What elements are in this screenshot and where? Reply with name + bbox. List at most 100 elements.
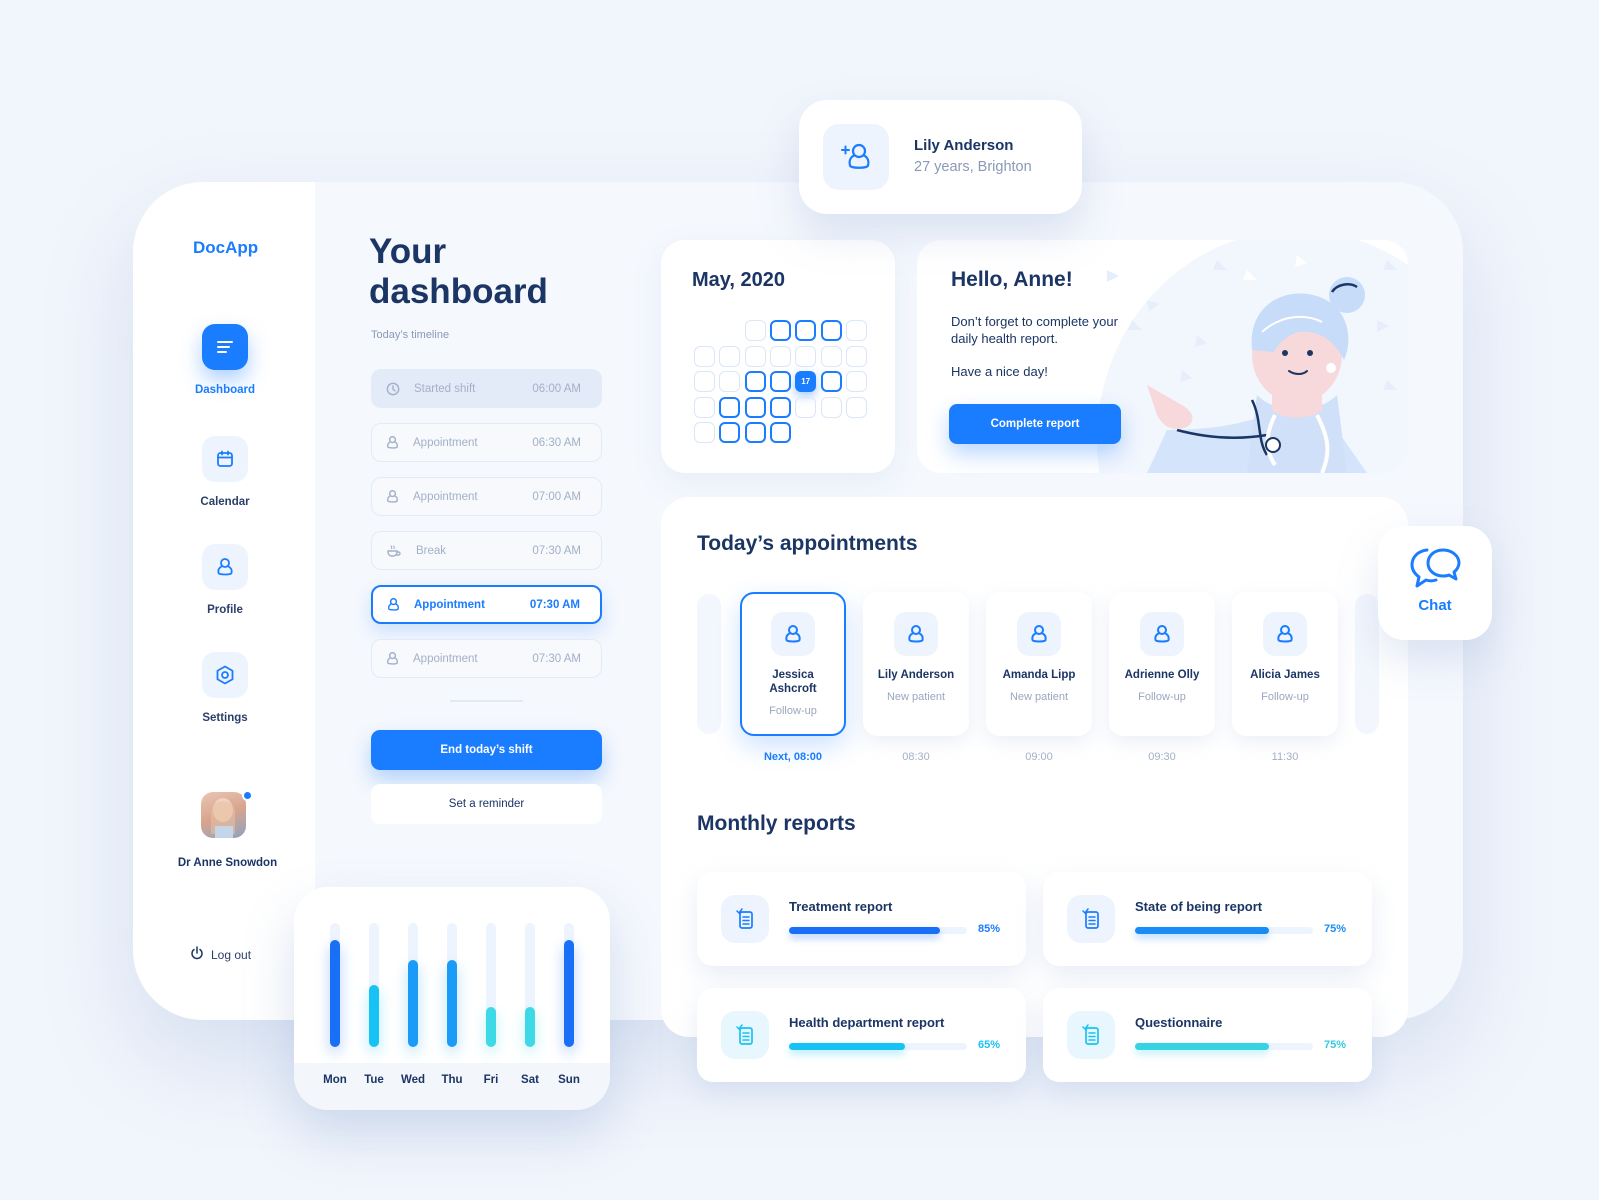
calendar-day[interactable] — [769, 320, 791, 341]
logout-button[interactable]: Log out — [190, 946, 251, 963]
calendar-day[interactable] — [719, 396, 741, 418]
avatar[interactable] — [201, 792, 246, 838]
divider — [450, 700, 523, 702]
sidebar-item-calendar[interactable]: Calendar — [170, 436, 280, 508]
sidebar-item-settings[interactable]: Settings — [170, 652, 280, 724]
timeline-item-time: 06:00 AM — [532, 382, 581, 395]
report-percent: 75% — [1324, 1039, 1347, 1051]
complete-report-button[interactable]: Complete report — [949, 404, 1121, 444]
calendar-day-today[interactable]: 17 — [795, 371, 817, 393]
calendar-day[interactable] — [744, 345, 766, 367]
user-icon — [387, 597, 400, 612]
x-tick-label: Mon — [323, 1074, 347, 1086]
calendar-day[interactable] — [769, 371, 791, 393]
report-card[interactable]: Questionnaire 75% — [1043, 988, 1372, 1082]
report-card[interactable]: Health department report 65% — [697, 988, 1026, 1082]
patient-name: Lily Anderson — [914, 137, 1014, 154]
calendar-day[interactable] — [795, 320, 817, 341]
calendar-title: May, 2020 — [692, 269, 786, 291]
calendar-day[interactable] — [845, 320, 867, 341]
bar-fri[interactable] — [486, 1007, 496, 1047]
calendar-day[interactable] — [769, 345, 791, 367]
appointment-card[interactable]: Lily Anderson New patient — [863, 592, 969, 736]
calendar-day[interactable] — [769, 396, 791, 418]
calendar-day[interactable] — [845, 396, 867, 418]
timeline-label: Today’s timeline — [371, 329, 450, 341]
appointment-type: New patient — [1009, 691, 1069, 703]
appointment-card[interactable]: Jessica Ashcroft Follow-up — [740, 592, 846, 736]
bar-tue[interactable] — [369, 985, 379, 1047]
calendar-day[interactable] — [719, 345, 741, 367]
calendar-day[interactable] — [820, 320, 842, 341]
calendar-day[interactable] — [694, 396, 715, 418]
calendar-day[interactable] — [820, 371, 842, 393]
calendar-day[interactable] — [694, 422, 715, 444]
calendar-day[interactable] — [694, 345, 715, 367]
settings-hexagon-icon — [202, 652, 248, 698]
calendar-day[interactable] — [820, 396, 842, 418]
user-icon — [771, 612, 815, 656]
timeline-item[interactable]: Break 07:30 AM — [371, 531, 602, 570]
timeline-item[interactable]: Appointment 07:30 AM — [371, 585, 602, 624]
appointment-type: Follow-up — [1138, 691, 1186, 703]
timeline-item-label: Appointment — [414, 598, 485, 611]
set-reminder-button[interactable]: Set a reminder — [371, 784, 602, 824]
appointment-card[interactable]: Amanda Lipp New patient — [986, 592, 1092, 736]
chat-bubbles-icon — [1378, 546, 1492, 595]
sidebar-item-dashboard[interactable]: Dashboard — [170, 324, 280, 396]
appointment-time: Next, 08:00 — [763, 751, 823, 763]
timeline-item[interactable]: Started shift 06:00 AM — [371, 369, 602, 408]
calendar-day[interactable] — [744, 320, 766, 341]
timeline-item[interactable]: Appointment 06:30 AM — [371, 423, 602, 462]
calendar-day[interactable] — [845, 371, 867, 393]
calendar-day[interactable] — [769, 422, 791, 444]
appointment-card[interactable]: Alicia James Follow-up — [1232, 592, 1338, 736]
user-name: Dr Anne Snowdon — [177, 857, 278, 869]
appointment-patient-name: Alicia James — [1250, 669, 1320, 681]
app-logo: DocApp — [193, 238, 259, 257]
calendar-day[interactable] — [795, 345, 817, 367]
checklist-icon — [721, 895, 769, 943]
calendar-day[interactable] — [795, 396, 817, 418]
bar-mon[interactable] — [330, 940, 340, 1047]
online-status-indicator — [242, 790, 253, 801]
calendar-day[interactable] — [820, 345, 842, 367]
report-title: Treatment report — [789, 899, 893, 914]
greeting-title: Hello, Anne! — [951, 268, 1073, 291]
calendar-day[interactable] — [694, 371, 715, 393]
bar-thu[interactable] — [447, 960, 457, 1047]
end-shift-button[interactable]: End today’s shift — [371, 730, 602, 770]
sidebar-item-profile[interactable]: Profile — [170, 544, 280, 616]
timeline-item[interactable]: Appointment 07:00 AM — [371, 477, 602, 516]
logout-label: Log out — [211, 947, 252, 962]
calendar-day[interactable] — [719, 422, 741, 444]
calendar-day[interactable] — [744, 422, 766, 444]
bar-sun[interactable] — [564, 940, 574, 1047]
timeline-item-label: Started shift — [414, 382, 476, 395]
add-user-icon — [823, 124, 889, 190]
appointment-card-previous[interactable] — [697, 594, 721, 734]
report-title: Questionnaire — [1135, 1015, 1223, 1030]
appointment-time: 09:30 — [1148, 751, 1176, 763]
report-card[interactable]: State of being report 75% — [1043, 872, 1372, 966]
chat-button[interactable]: Chat — [1378, 526, 1492, 640]
appointment-card[interactable]: Adrienne Olly Follow-up — [1109, 592, 1215, 736]
chart-footer — [294, 1063, 610, 1110]
report-card[interactable]: Treatment report 85% — [697, 872, 1026, 966]
report-progress-bar — [789, 1043, 967, 1050]
report-progress-fill — [1135, 1043, 1269, 1050]
calendar-day[interactable] — [744, 371, 766, 393]
report-progress-fill — [789, 927, 941, 934]
appointments-title: Today’s appointments — [697, 532, 918, 555]
calendar-day[interactable] — [719, 371, 741, 393]
bar-sat[interactable] — [525, 1007, 535, 1047]
bar-wed[interactable] — [408, 960, 418, 1047]
calendar-day[interactable] — [845, 345, 867, 367]
calendar-day[interactable] — [744, 396, 766, 418]
timeline-item[interactable]: Appointment 07:30 AM — [371, 639, 602, 678]
appointment-card-more[interactable] — [1355, 594, 1379, 734]
list-icon — [202, 324, 248, 370]
appointment-patient-name: Lily Anderson — [877, 669, 955, 681]
page-title-line-1: Your — [369, 232, 447, 271]
appointment-type: Follow-up — [769, 705, 817, 717]
